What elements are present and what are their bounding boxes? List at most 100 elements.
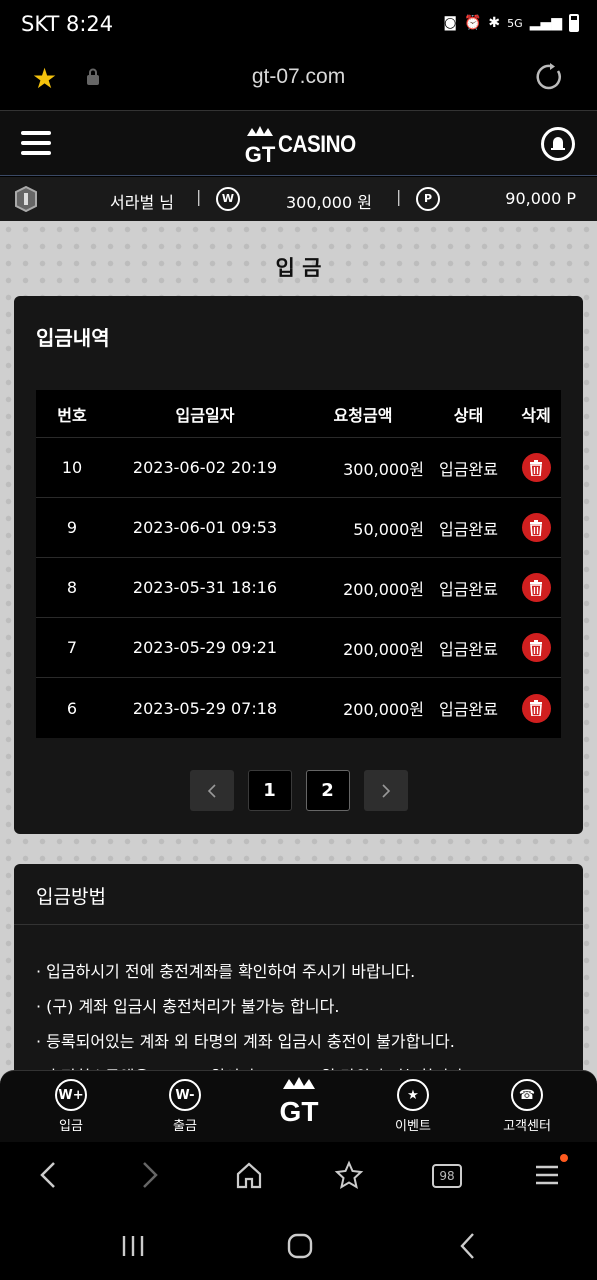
row-status: 입금완료	[439, 639, 498, 659]
note-line: · 등록되어있는 계좌 외 타명의 계좌 입금시 충전이 불가합니다.	[36, 1032, 455, 1051]
nav-support[interactable]: ☎ 고객센터	[482, 1079, 572, 1134]
notification-bell-icon[interactable]	[541, 127, 575, 161]
notification-icon: ◙	[443, 15, 457, 31]
page-button-1[interactable]: 1	[247, 770, 292, 811]
table-row: 7 2023-05-29 09:21 200,000원 입금완료	[36, 618, 561, 678]
column-header: 번호	[57, 405, 87, 425]
bottom-nav: W+ 입금 W- 출금 GT ★ 이벤트 ☎ 고객센터	[0, 1070, 597, 1142]
deposit-icon: W+	[55, 1079, 87, 1111]
recent-apps-icon[interactable]	[120, 1234, 146, 1258]
reload-icon[interactable]	[536, 63, 564, 91]
chevron-right-icon	[381, 783, 390, 798]
battery-icon	[569, 14, 579, 32]
support-icon: ☎	[511, 1079, 543, 1111]
nav-deposit[interactable]: W+ 입금	[26, 1079, 116, 1134]
nav-event[interactable]: ★ 이벤트	[368, 1079, 458, 1134]
home-button-icon[interactable]	[287, 1233, 313, 1259]
page-button-2[interactable]: 2	[305, 770, 350, 811]
browser-url-bar: ★ gt-07.com	[0, 50, 597, 108]
withdraw-icon: W-	[169, 1079, 201, 1111]
main-content: 입 금 입금내역 번호 입금일자 요청금액 상태 삭제 10 2023-06-0…	[0, 221, 597, 1141]
trash-icon	[530, 579, 542, 596]
row-date: 2023-06-02 20:19	[132, 458, 278, 477]
delete-button[interactable]	[521, 573, 551, 602]
nav-withdraw[interactable]: W- 출금	[140, 1079, 230, 1134]
network-label: 5G	[507, 16, 523, 30]
alarm-icon: ⏰	[463, 15, 482, 31]
trash-icon	[530, 700, 542, 716]
star-icon: ★	[397, 1079, 429, 1111]
back-icon[interactable]	[38, 1160, 58, 1190]
prev-page-button[interactable]	[189, 770, 234, 811]
forward-icon[interactable]	[140, 1160, 160, 1190]
row-number: 6	[66, 698, 78, 718]
signal-icon: ▂▄▆	[529, 15, 562, 31]
divider	[14, 924, 583, 925]
row-date: 2023-05-29 09:21	[132, 638, 278, 657]
points-icon: P	[416, 187, 440, 211]
browser-toolbar: 98	[0, 1142, 597, 1212]
row-number: 10	[61, 458, 83, 477]
trash-icon	[530, 519, 542, 536]
table-row: 9 2023-06-01 09:53 50,000원 입금완료	[36, 498, 561, 558]
table-header: 번호 입금일자 요청금액 상태 삭제	[36, 390, 561, 438]
row-status: 입금완료	[439, 519, 498, 539]
bluetooth-icon: ✱	[488, 15, 501, 31]
android-nav-bar	[0, 1212, 597, 1280]
site-header: GT CASINO	[0, 110, 597, 176]
note-line: · (구) 계좌 입금시 충전처리가 불가능 합니다.	[36, 997, 340, 1016]
level-badge-icon	[15, 186, 37, 212]
history-title: 입금내역	[36, 326, 110, 350]
row-amount: 200,000원	[343, 700, 424, 719]
row-number: 9	[66, 518, 78, 537]
browser-menu-icon[interactable]	[533, 1160, 561, 1190]
delete-button[interactable]	[521, 693, 551, 723]
row-date: 2023-05-29 07:18	[132, 698, 278, 718]
status-time: SKT 8:24	[21, 12, 114, 36]
chevron-left-icon	[207, 783, 216, 798]
next-page-button[interactable]	[363, 770, 408, 811]
svg-text:GT: GT	[245, 142, 276, 166]
money-icon: W	[216, 187, 240, 211]
row-status: 입금완료	[439, 579, 498, 599]
note-line: · 입금하시기 전에 충전계좌를 확인하여 주시기 바랍니다.	[36, 962, 416, 981]
row-status: 입금완료	[439, 700, 498, 719]
svg-text:GT: GT	[280, 1096, 319, 1127]
row-date: 2023-06-01 09:53	[132, 518, 278, 537]
system-back-icon[interactable]	[458, 1232, 478, 1260]
page-title: 입 금	[275, 256, 322, 280]
site-logo[interactable]: GT CASINO	[244, 123, 368, 167]
menu-icon[interactable]	[21, 131, 51, 156]
nav-label: 고객센터	[503, 1119, 551, 1134]
delete-button[interactable]	[521, 633, 551, 662]
deposit-history-card: 입금내역 번호 입금일자 요청금액 상태 삭제 10 2023-06-02 20…	[14, 296, 583, 834]
url-text[interactable]: gt-07.com	[0, 65, 597, 89]
divider: |	[396, 187, 402, 206]
column-header: 요청금액	[333, 405, 393, 425]
row-status: 입금완료	[439, 459, 498, 479]
column-header: 입금일자	[175, 405, 235, 425]
crown-logo-icon: GT	[245, 126, 276, 166]
column-header: 삭제	[521, 405, 551, 425]
divider: |	[196, 187, 202, 206]
pagination: 1 2	[14, 770, 583, 811]
bookmarks-icon[interactable]	[334, 1160, 364, 1190]
user-info-bar: 서라벌 님 | W 300,000 원 | P 90,000 P	[0, 177, 597, 221]
tabs-button[interactable]: 98	[432, 1164, 462, 1188]
row-number: 7	[66, 638, 78, 657]
column-header: 상태	[453, 405, 484, 425]
nav-home-logo[interactable]: GT	[254, 1075, 344, 1135]
home-icon[interactable]	[234, 1160, 264, 1190]
status-bar: SKT 8:24 ◙ ⏰ ✱ 5G ▂▄▆	[0, 0, 597, 50]
user-money: 300,000 원	[286, 193, 372, 212]
delete-button[interactable]	[521, 453, 551, 482]
delete-button[interactable]	[521, 513, 551, 542]
user-points: 90,000 P	[505, 189, 576, 208]
nav-label: 이벤트	[395, 1119, 431, 1134]
table-row: 8 2023-05-31 18:16 200,000원 입금완료	[36, 558, 561, 618]
method-title: 입금방법	[36, 886, 106, 908]
user-name: 서라벌 님	[110, 193, 174, 212]
deposit-history-table: 번호 입금일자 요청금액 상태 삭제 10 2023-06-02 20:19 3…	[36, 390, 561, 738]
table-row: 10 2023-06-02 20:19 300,000원 입금완료	[36, 438, 561, 498]
row-amount: 200,000원	[343, 639, 424, 659]
